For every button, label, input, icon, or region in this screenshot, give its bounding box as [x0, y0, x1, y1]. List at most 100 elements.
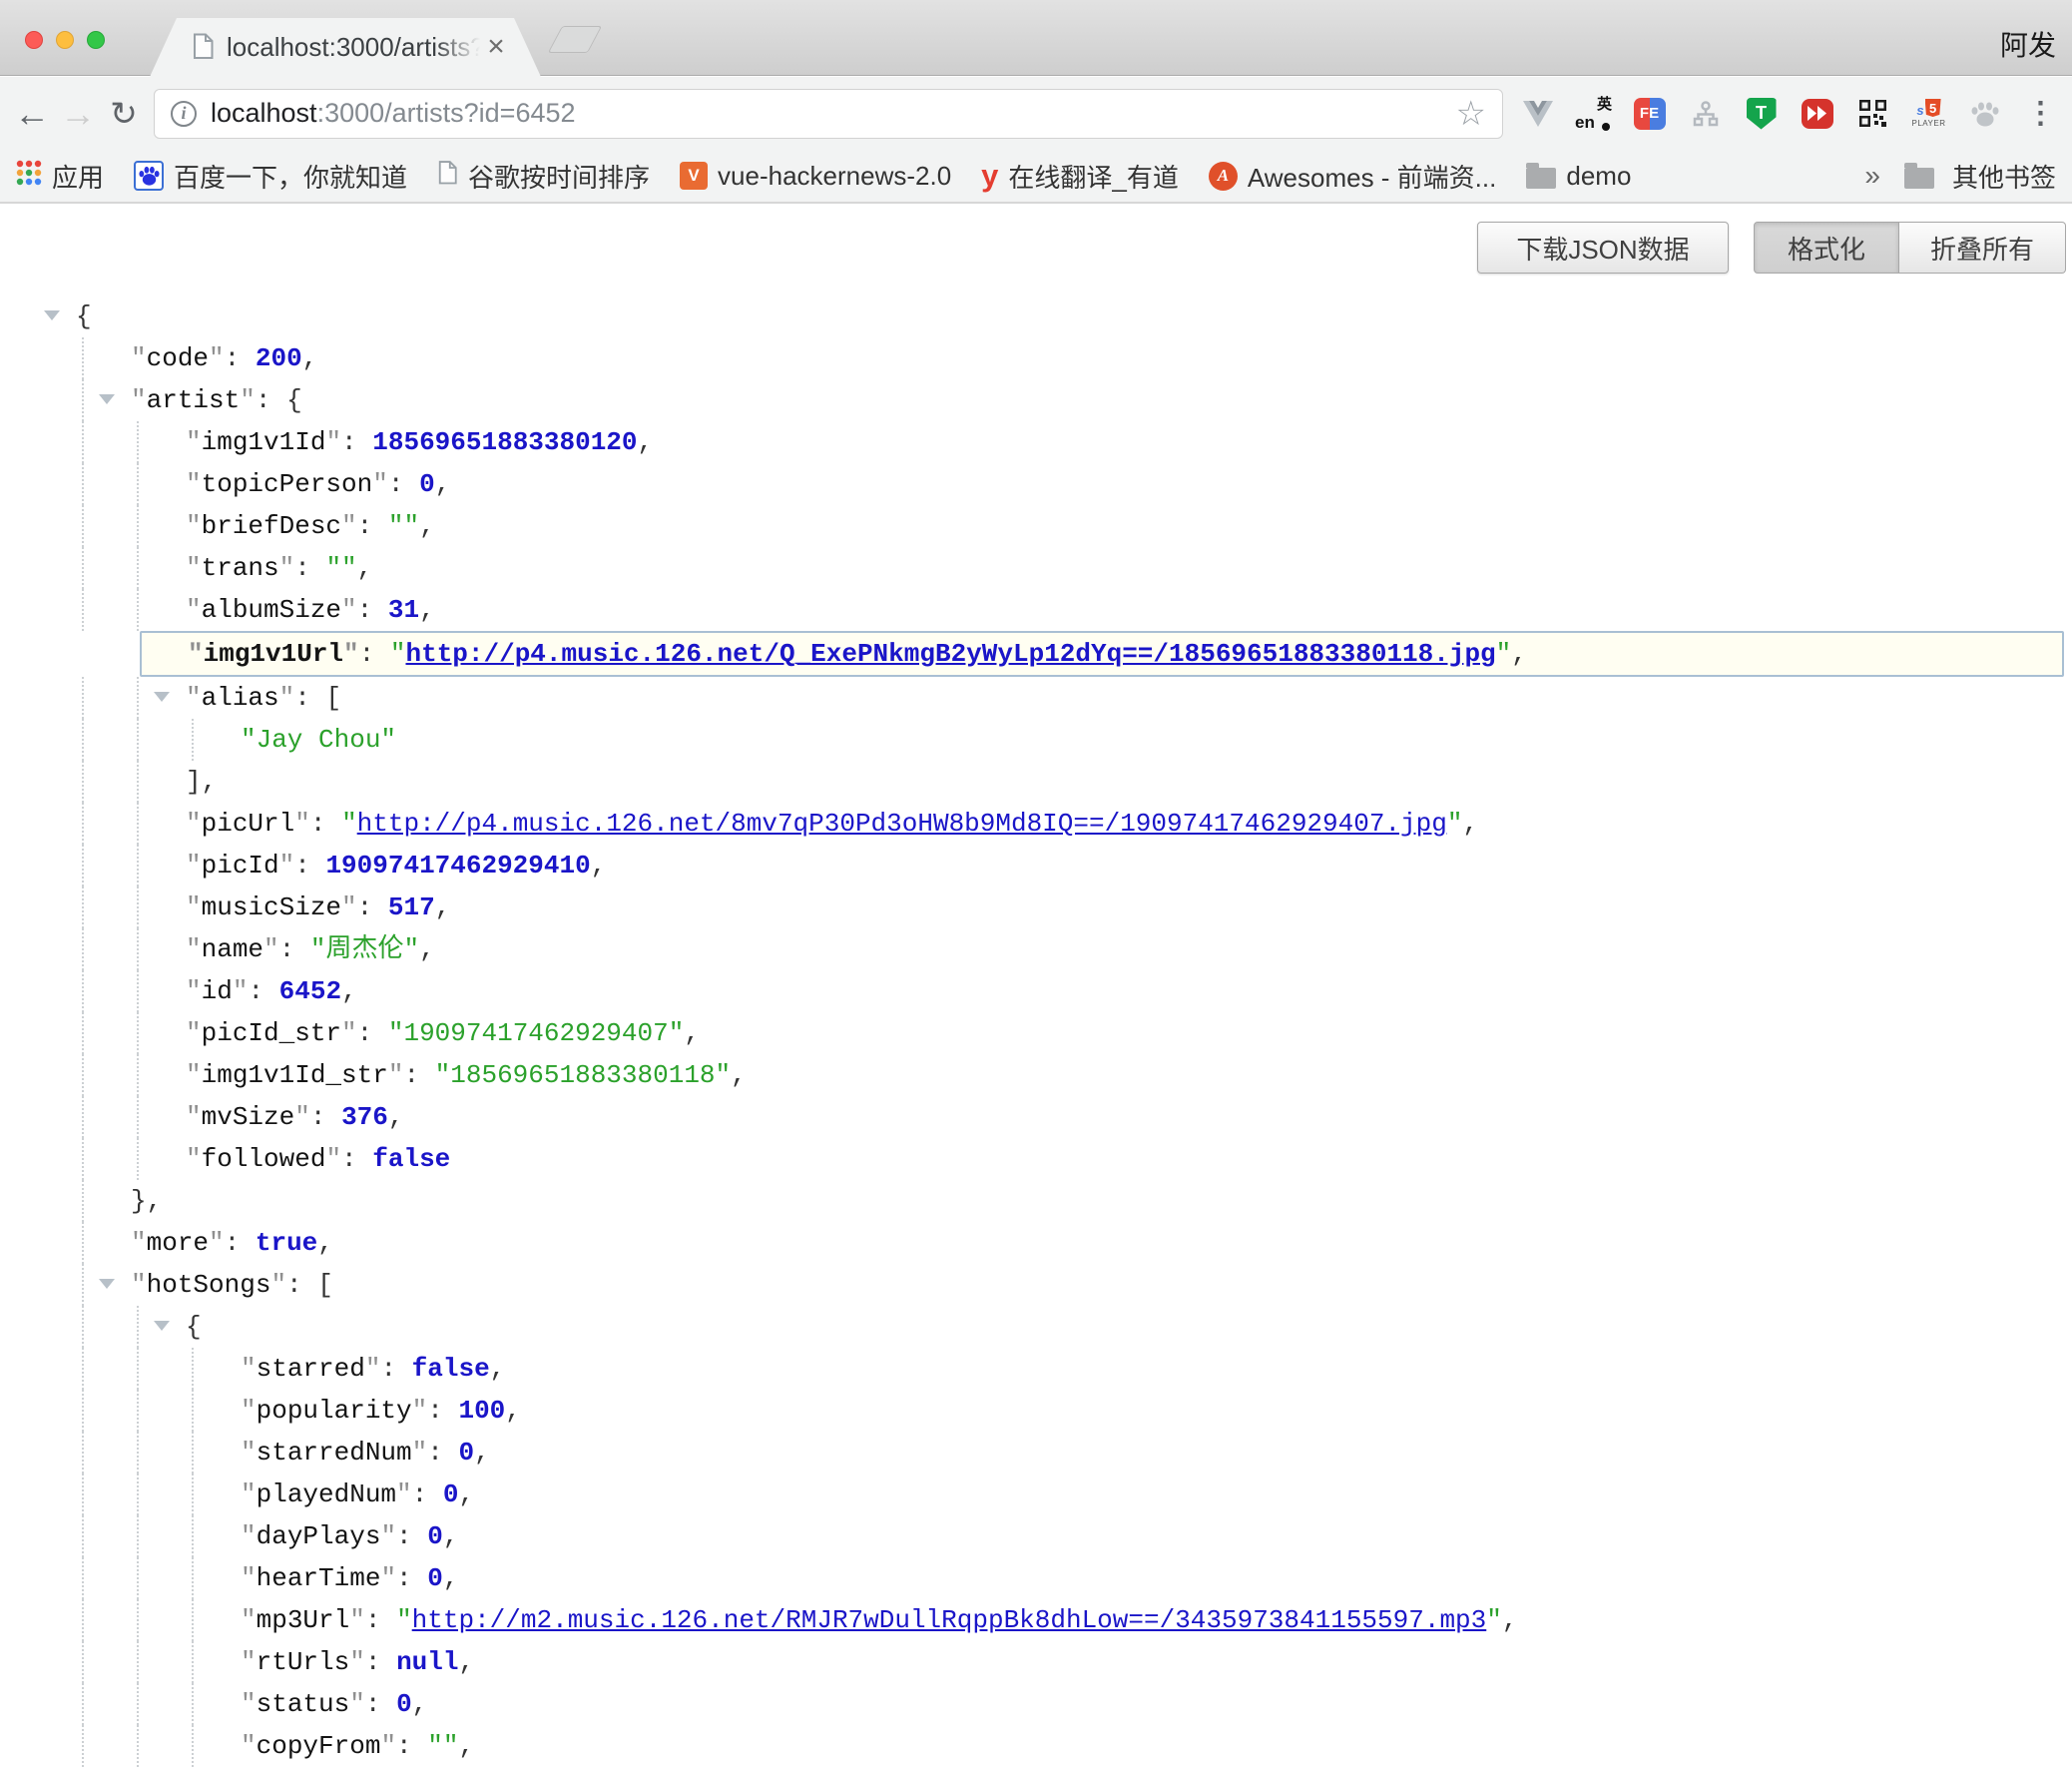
paw-extension-icon[interactable] — [1968, 95, 2001, 133]
address-bar[interactable]: i localhost:3000/artists?id=6452 ☆ — [154, 89, 1503, 139]
json-token: " — [209, 343, 225, 373]
collapse-triangle-icon[interactable] — [154, 1321, 170, 1331]
zoom-window-button[interactable] — [87, 31, 105, 49]
bookmark-label: 应用 — [52, 158, 104, 195]
bookmark-item[interactable]: AAwesomes - 前端资... — [1209, 158, 1496, 195]
json-token: 19097417462929410 — [325, 851, 590, 881]
indent-guide — [137, 1096, 139, 1138]
indent-guide — [82, 1432, 84, 1473]
json-token: trans — [202, 553, 279, 583]
bookmark-item[interactable]: y在线翻译_有道 — [981, 158, 1179, 195]
json-line: "popularity": 100, — [0, 1390, 2072, 1432]
json-token: [ — [325, 683, 341, 713]
json-line: "musicSize": 517, — [0, 886, 2072, 928]
json-token: " — [349, 1689, 365, 1719]
tab-title: localhost:3000/artists?id=645 — [227, 32, 488, 63]
json-token: " — [372, 469, 388, 499]
profile-name[interactable]: 阿发 — [2000, 24, 2056, 64]
indent-guide — [137, 761, 139, 803]
json-token: followed — [202, 1144, 326, 1174]
collapse-triangle-icon[interactable] — [99, 1279, 115, 1289]
json-token: , — [458, 1731, 474, 1761]
json-line: "dayPlays": 0, — [0, 1515, 2072, 1557]
bookmark-item[interactable]: Vvue-hackernews-2.0 — [680, 161, 951, 192]
bookmark-label: demo — [1566, 161, 1631, 192]
indent-guide — [137, 1306, 139, 1348]
page-info-icon[interactable]: i — [171, 101, 197, 127]
json-token: " — [341, 809, 357, 839]
json-token: mvSize — [202, 1102, 295, 1132]
json-token: " — [241, 1479, 257, 1509]
bookmark-label: vue-hackernews-2.0 — [718, 161, 951, 192]
bookmarks-overflow-icon[interactable]: » — [1864, 160, 1880, 192]
json-token: " — [1447, 809, 1463, 839]
translate-extension-icon[interactable]: 英en — [1577, 95, 1610, 133]
new-tab-button[interactable] — [548, 26, 602, 53]
indent-guide — [137, 1138, 139, 1180]
json-token: 376 — [341, 1102, 388, 1132]
json-link[interactable]: http://m2.music.126.net/RMJR7wDullRqppBk… — [412, 1605, 1487, 1635]
collapse-triangle-icon[interactable] — [44, 310, 60, 320]
json-token: " — [186, 595, 202, 625]
browser-menu-icon[interactable]: ⋮ — [2024, 95, 2057, 133]
indent-guide — [82, 1222, 84, 1264]
indent-guide — [82, 1515, 84, 1557]
collapse-triangle-icon[interactable] — [99, 394, 115, 404]
close-window-button[interactable] — [25, 31, 43, 49]
fast-forward-extension-icon[interactable] — [1801, 95, 1833, 133]
tampermonkey-icon[interactable]: T — [1745, 95, 1778, 133]
json-link[interactable]: http://p4.music.126.net/8mv7qP30Pd3oHW8b… — [357, 809, 1447, 839]
bookmark-item[interactable]: 谷歌按时间排序 — [437, 158, 650, 195]
indent-guide — [82, 761, 84, 803]
indent-guide — [82, 421, 84, 463]
qr-code-extension-icon[interactable] — [1856, 95, 1889, 133]
awesomes-icon: A — [1209, 162, 1238, 191]
json-viewer: {"code": 200,"artist": {"img1v1Id": 1856… — [0, 206, 2072, 1767]
sitemap-extension-icon[interactable] — [1689, 95, 1722, 133]
html5-player-extension-icon[interactable]: s5PLAYER — [1912, 95, 1945, 133]
browser-tab[interactable]: localhost:3000/artists?id=645 × — [150, 18, 541, 77]
folder-icon — [1526, 168, 1556, 189]
json-token: more — [147, 1228, 209, 1258]
minimize-window-button[interactable] — [56, 31, 74, 49]
vue-devtools-icon[interactable] — [1521, 95, 1554, 133]
json-token: "Jay Chou" — [241, 725, 396, 755]
bookmark-item[interactable]: 应用 — [16, 158, 104, 195]
forward-button[interactable]: → — [58, 94, 98, 134]
json-token: , — [591, 851, 607, 881]
bookmark-label: 谷歌按时间排序 — [468, 158, 650, 195]
other-bookmarks-label[interactable]: 其他书签 — [1952, 158, 2056, 195]
indent-guide — [192, 1432, 194, 1473]
json-token: hearTime — [257, 1563, 381, 1593]
indent-guide — [82, 1348, 84, 1390]
json-token: " — [343, 639, 359, 669]
json-token: : — [412, 1479, 443, 1509]
fe-extension-icon[interactable]: FE — [1633, 95, 1666, 133]
collapse-triangle-icon[interactable] — [154, 692, 170, 702]
json-token: , — [419, 934, 435, 964]
json-link[interactable]: http://p4.music.126.net/Q_ExePNkmgB2yWyL… — [405, 639, 1495, 669]
json-token: mp3Url — [257, 1605, 350, 1635]
json-token: , — [505, 1396, 521, 1426]
json-token: " — [209, 1228, 225, 1258]
back-button[interactable]: ← — [12, 94, 52, 134]
json-token: 200 — [256, 343, 302, 373]
json-token: " — [186, 1102, 202, 1132]
json-token: " — [412, 1438, 428, 1468]
bookmark-item[interactable]: 百度一下，你就知道 — [134, 158, 407, 195]
indent-guide — [82, 970, 84, 1012]
json-token: " — [279, 553, 295, 583]
bookmarks-bar: 应用百度一下，你就知道 谷歌按时间排序 Vvue-hackernews-2.0 y在线… — [0, 150, 2072, 204]
indent-guide — [137, 463, 139, 505]
tab-close-icon[interactable]: × — [479, 30, 513, 64]
apps-grid-icon — [16, 160, 42, 193]
json-token: : — [396, 1563, 427, 1593]
json-token: 0 — [458, 1438, 474, 1468]
reload-button[interactable]: ↻ — [104, 94, 144, 134]
bookmark-item[interactable]: demo — [1526, 161, 1631, 192]
indent-guide — [82, 337, 84, 379]
bookmark-star-icon[interactable]: ☆ — [1456, 97, 1486, 131]
json-token: picId_str — [202, 1018, 341, 1048]
json-token: : — [294, 683, 325, 713]
indent-guide — [82, 1599, 84, 1641]
